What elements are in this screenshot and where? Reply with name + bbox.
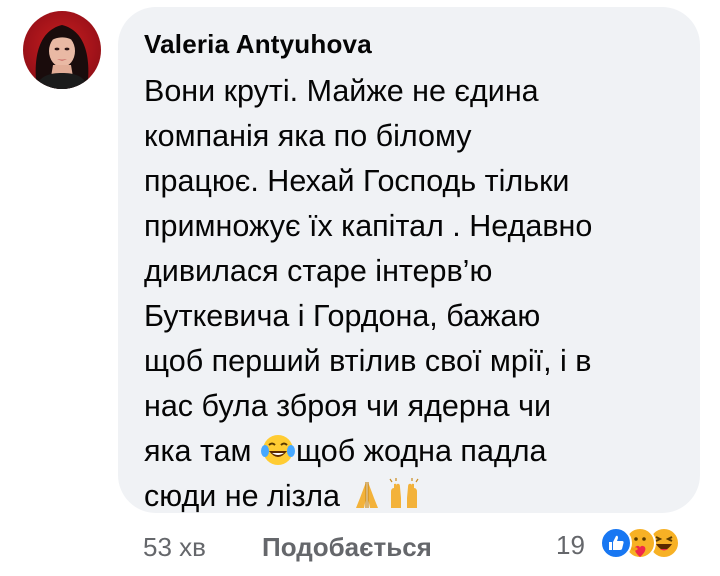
comment-line-part: яка там [144,434,260,468]
comment-line: нас була зброя чи ядерна чи [144,389,552,423]
like-icon [600,527,632,559]
comment-text: Вони круті. Майже не єдина компанія яка … [144,69,684,519]
comment-line: працює. Нехай Господь тільки [144,164,570,198]
comment-line: щоб перший втілив свої мрії, і в [144,344,592,378]
comment-line: сюди не лізла [144,474,684,519]
profile-photo-icon [35,25,89,89]
like-button[interactable]: Подобається [262,532,432,563]
folded-hands-emoji-icon [350,478,384,525]
comment-timestamp[interactable]: 53 хв [143,532,206,563]
reaction-count: 19 [556,530,585,560]
comment-line: Буткевича і Гордона, бажаю [144,299,541,333]
comment-line: Вони круті. Майже не єдина [144,74,539,108]
comment-line: яка там щоб жодна падла [144,429,684,474]
raising-hands-emoji-icon [386,478,422,525]
comment-bubble: Valeria Antyuhova Вони круті. Майже не є… [118,7,700,513]
comment-screen: Valeria Antyuhova Вони круті. Майже не є… [0,0,720,576]
tears-of-joy-emoji-icon [261,433,295,480]
comment-line: компанія яка по білому [144,119,472,153]
comment-line: дивилася старе інтерв’ю [144,254,493,288]
comment-footer: 53 хв Подобається 19 [0,524,720,568]
avatar[interactable] [23,11,101,89]
author-name[interactable]: Valeria Antyuhova [144,29,372,60]
comment-line: примножує їх капітал . Недавно [144,209,593,243]
comment-line-part: щоб жодна падла [296,434,547,468]
comment-line-part: сюди не лізла [144,479,349,513]
reactions-summary[interactable]: 19 [556,524,706,564]
